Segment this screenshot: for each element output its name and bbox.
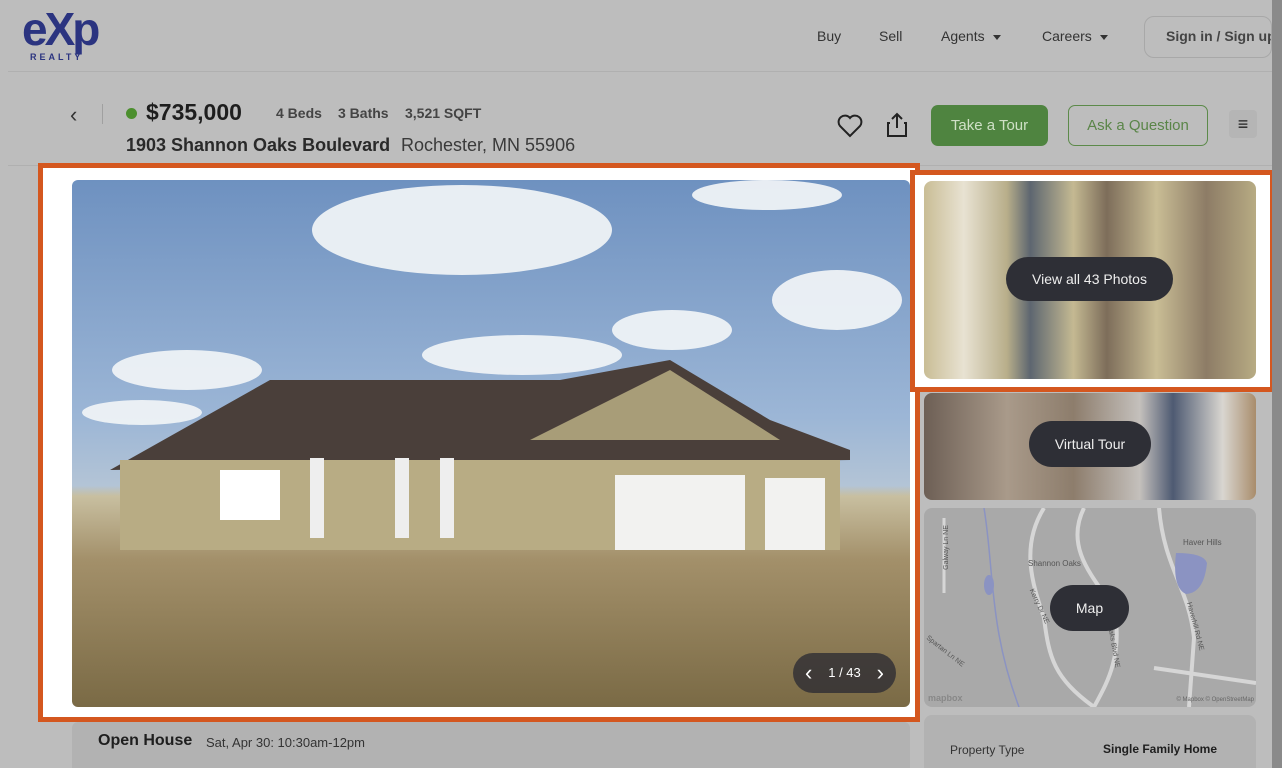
map-attribution[interactable]: © Mapbox © OpenStreetMap [1176,697,1254,703]
caret-down-icon [992,34,1001,40]
mapbox-logo: mapbox [928,693,963,703]
take-a-tour-button[interactable]: Take a Tour [931,105,1048,146]
logo-subtext: REALTY [30,52,84,62]
property-details-card: Property Type Single Family Home [924,715,1256,768]
city-state-zip: Rochester, MN 55906 [401,135,576,155]
nav-buy[interactable]: Buy [817,28,841,44]
exp-realty-logo[interactable]: eXp REALTY [22,3,126,66]
virtual-tour-button[interactable]: Virtual Tour [1029,421,1151,467]
heart-icon[interactable] [837,114,863,138]
status-dot [126,108,137,119]
caret-down-icon [1099,34,1108,40]
sqft: 3,521 SQFT [405,105,482,121]
sign-in-button[interactable]: Sign in / Sign up [1144,16,1272,58]
photo-pager: ‹ 1 / 43 › [793,653,896,693]
property-type-value: Single Family Home [1103,742,1218,756]
share-icon[interactable] [886,112,908,138]
baths: 3 Baths [338,105,389,121]
next-photo-chevron-icon[interactable]: › [877,653,884,693]
ask-a-question-button[interactable]: Ask a Question [1068,105,1208,146]
map-label: Galway Ln NE [942,525,950,570]
divider [102,104,103,124]
nav-careers-label: Careers [1042,28,1092,44]
map-label: Haver Hills [1183,538,1222,547]
nav-careers[interactable]: Careers [1042,28,1108,44]
beds: 4 Beds [276,105,322,121]
virtual-tour-thumbnail[interactable]: Virtual Tour [924,393,1256,500]
open-house-label: Open House [98,732,193,749]
page-scrollbar[interactable] [1272,0,1282,768]
map-button[interactable]: Map [1050,585,1129,631]
map-label: Shannon Oaks [1028,559,1081,568]
open-house-time: Sat, Apr 30: 10:30am-12pm [206,735,365,750]
nav-sell[interactable]: Sell [879,28,902,44]
porch-photo-thumbnail[interactable]: View all 43 Photos [924,181,1256,379]
map-thumbnail[interactable]: Haver Hills Shannon Oaks Galway Ln NE Ke… [924,508,1256,707]
property-type-label: Property Type [950,743,1025,757]
logo-text: eXp [22,3,100,55]
view-all-photos-button[interactable]: View all 43 Photos [1006,257,1173,301]
nav-agents[interactable]: Agents [941,28,1001,44]
price: $735,000 [146,99,242,125]
main-photo[interactable]: ‹ 1 / 43 › [72,180,910,707]
nav-agents-label: Agents [941,28,985,44]
open-house-bar: Open House Sat, Apr 30: 10:30am-12pm [72,722,910,768]
hamburger-menu-icon[interactable]: ≡ [1229,110,1257,138]
back-chevron-icon[interactable]: ‹ [70,102,77,128]
street-address: 1903 Shannon Oaks Boulevard [126,135,391,155]
house-image [110,360,850,550]
